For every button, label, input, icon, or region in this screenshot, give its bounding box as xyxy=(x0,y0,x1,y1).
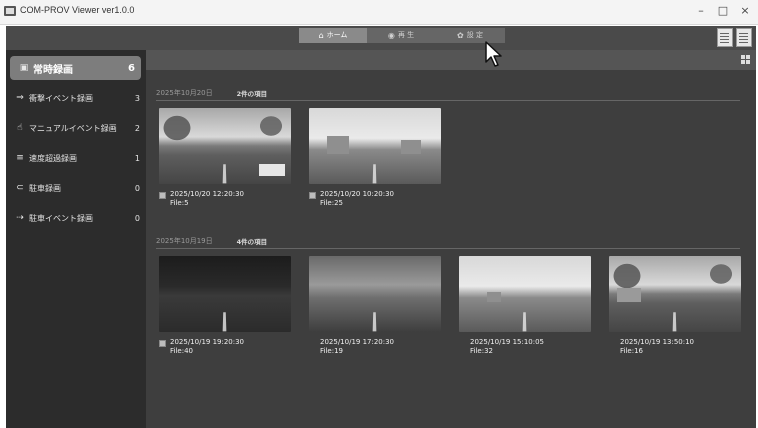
date-group-header: 2025年10月19日 4件の項目 xyxy=(156,234,740,249)
video-thumbnail[interactable] xyxy=(159,256,291,332)
video-file-icon xyxy=(309,192,316,199)
parked-car-icon: ⊂ xyxy=(16,183,24,193)
speeding-car-icon: ≡ xyxy=(16,153,24,163)
app-window: ⌂ ホーム ◉ 再 生 ✿ 設 定 ▣ 常時録画 6 ⇒ 衝撃イベント録画 3 … xyxy=(6,26,756,428)
recording-datetime: 2025/10/20 12:20:30 xyxy=(170,190,245,198)
recording-file: File:40 xyxy=(170,347,193,355)
video-camera-icon: ▣ xyxy=(19,63,29,73)
close-button[interactable]: × xyxy=(736,3,754,19)
sidebar-item-impact-event[interactable]: ⇒ 衝撃イベント録画 3 xyxy=(6,87,146,109)
group-date: 2025年10月20日 xyxy=(156,89,213,97)
video-file-icon xyxy=(159,340,166,347)
sidebar-item-continuous-recording[interactable]: ▣ 常時録画 6 xyxy=(10,56,141,80)
video-thumbnail[interactable] xyxy=(459,256,591,332)
document-actions xyxy=(717,28,752,47)
recording-datetime: 2025/10/20 10:20:30 xyxy=(320,190,395,198)
tab-playback[interactable]: ◉ 再 生 xyxy=(367,28,435,43)
grid-view-icon[interactable] xyxy=(741,55,750,64)
recording-datetime: 2025/10/19 17:20:30 xyxy=(320,338,395,346)
main-tabs: ⌂ ホーム ◉ 再 生 ✿ 設 定 xyxy=(299,28,505,43)
sidebar-item-count: 2 xyxy=(134,123,140,133)
recording-file: File:5 xyxy=(170,199,189,207)
tab-home-label: ホーム xyxy=(326,31,348,39)
video-thumbnail[interactable] xyxy=(159,108,291,184)
mouse-cursor-icon xyxy=(485,41,502,67)
recording-file: File:32 xyxy=(470,347,493,355)
recording-file: File:16 xyxy=(620,347,643,355)
sidebar-item-parking-event[interactable]: ⇢ 駐車イベント録画 0 xyxy=(6,207,146,229)
hand-press-icon: ☝ xyxy=(17,123,23,133)
recording-item[interactable]: 2025/10/20 12:20:30 File:5 xyxy=(159,108,291,216)
minimize-button[interactable]: – xyxy=(692,3,710,19)
sidebar-item-label: 常時録画 xyxy=(33,64,73,76)
app-icon xyxy=(4,6,16,16)
home-icon: ⌂ xyxy=(318,31,324,40)
date-group-header: 2025年10月20日 2件の項目 xyxy=(156,86,740,101)
group-count: 2件の項目 xyxy=(236,90,268,98)
tab-playback-label: 再 生 xyxy=(397,31,415,39)
sidebar-item-label: 駐車イベント録画 xyxy=(29,213,93,223)
sidebar-item-label: 衝撃イベント録画 xyxy=(29,93,93,103)
recording-datetime: 2025/10/19 15:10:05 xyxy=(470,338,545,346)
folder-document-button[interactable] xyxy=(717,28,733,47)
recording-item[interactable]: 2025/10/19 17:20:30 File:19 xyxy=(309,256,441,364)
category-sidebar: ▣ 常時録画 6 ⇒ 衝撃イベント録画 3 ☝ マニュアルイベント録画 2 ≡ … xyxy=(6,50,146,428)
maximize-button[interactable]: □ xyxy=(714,3,732,19)
sidebar-item-count: 0 xyxy=(134,213,140,223)
window-titlebar: COM-PROV Viewer ver1.0.0 – □ × xyxy=(0,0,758,25)
recording-list: 2025年10月20日 2件の項目 2025/10/20 12:20:30 Fi… xyxy=(146,50,756,428)
sidebar-item-speeding[interactable]: ≡ 速度超過録画 1 xyxy=(6,147,146,169)
sidebar-item-count: 3 xyxy=(134,93,140,103)
recording-item[interactable]: 2025/10/19 15:10:05 File:32 xyxy=(459,256,591,364)
group-date: 2025年10月19日 xyxy=(156,237,213,245)
car-crash-icon: ⇒ xyxy=(16,93,24,103)
video-file-icon xyxy=(159,192,166,199)
sidebar-item-count: 0 xyxy=(134,183,140,193)
sidebar-item-manual-event[interactable]: ☝ マニュアルイベント録画 2 xyxy=(6,117,146,139)
recording-item[interactable]: 2025/10/20 10:20:30 File:25 xyxy=(309,108,441,216)
recording-item[interactable]: 2025/10/19 19:20:30 File:40 xyxy=(159,256,291,364)
window-title: COM-PROV Viewer ver1.0.0 xyxy=(20,5,135,15)
gear-icon: ✿ xyxy=(457,31,464,40)
top-toolbar: ⌂ ホーム ◉ 再 生 ✿ 設 定 xyxy=(6,26,756,50)
sidebar-item-label: マニュアルイベント録画 xyxy=(29,123,117,133)
content-header xyxy=(146,50,756,70)
sidebar-item-count: 1 xyxy=(134,153,140,163)
video-thumbnail[interactable] xyxy=(309,256,441,332)
tab-home[interactable]: ⌂ ホーム xyxy=(299,28,367,43)
sidebar-item-label: 駐車録画 xyxy=(29,183,61,193)
sidebar-item-label: 速度超過録画 xyxy=(29,153,77,163)
play-circle-icon: ◉ xyxy=(387,31,395,40)
recording-datetime: 2025/10/19 19:20:30 xyxy=(170,338,245,346)
video-thumbnail[interactable] xyxy=(609,256,741,332)
sidebar-item-count: 6 xyxy=(128,62,135,74)
tab-settings-label: 設 定 xyxy=(466,31,483,39)
recording-datetime: 2025/10/19 13:50:10 xyxy=(620,338,695,346)
recording-item[interactable]: 2025/10/19 13:50:10 File:16 xyxy=(609,256,741,364)
export-document-button[interactable] xyxy=(736,28,752,47)
parking-event-icon: ⇢ xyxy=(16,213,24,223)
recording-file: File:25 xyxy=(320,199,343,207)
video-thumbnail[interactable] xyxy=(309,108,441,184)
sidebar-item-parking[interactable]: ⊂ 駐車録画 0 xyxy=(6,177,146,199)
recording-file: File:19 xyxy=(320,347,343,355)
group-count: 4件の項目 xyxy=(236,238,268,246)
